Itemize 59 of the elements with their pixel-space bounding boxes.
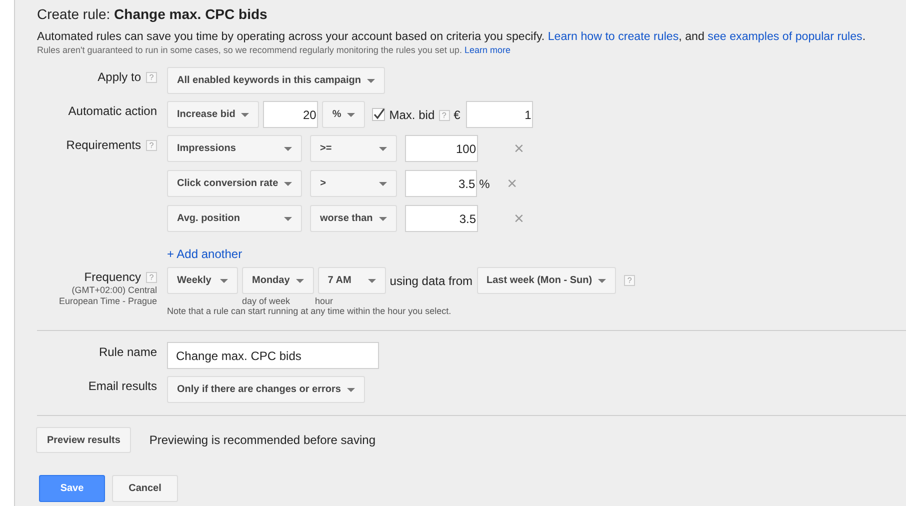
- disclaimer-text: Rules aren't guaranteed to run in some cases, so we recommend regularly monitoring the rules you set up. Learn more: [37, 44, 512, 56]
- caption: day of week: [242, 296, 290, 306]
- field-label: Max. bid: [389, 108, 435, 122]
- caret-icon: [284, 182, 292, 186]
- max-bid-field[interactable]: 1: [466, 101, 534, 128]
- caret-icon: [379, 182, 388, 186]
- apply-to-dropdown[interactable]: All enabled keywords in this campaign: [167, 67, 385, 94]
- currency-symbol: €: [454, 108, 460, 122]
- timezone-text: (GMT+02:00) Central European Time - Prague: [58, 285, 157, 307]
- schedule-note: Note that a rule can start running at any time within the hour you select.: [167, 306, 452, 316]
- cancel-button[interactable]: Cancel: [112, 475, 178, 502]
- value-field[interactable]: 100: [405, 135, 478, 162]
- value-field[interactable]: 3.5: [405, 170, 478, 197]
- caret-icon: [366, 78, 375, 82]
- unit-label: %: [479, 176, 491, 190]
- caret-icon: [598, 278, 606, 282]
- field-label: Email results: [88, 379, 157, 393]
- caret-icon: [296, 278, 304, 282]
- day-dropdown[interactable]: Monday: [242, 267, 314, 294]
- intro-text: Automated rules can save you time by operating across your account based on criteria you specify. Learn how to create rules, and see examples of popular rules.: [37, 30, 867, 44]
- link[interactable]: Learn how to create rules: [548, 30, 679, 43]
- period-dropdown[interactable]: Weekly: [167, 267, 238, 294]
- checkbox[interactable]: [372, 108, 386, 121]
- page-title: Create rule: Change max. CPC bids: [37, 6, 268, 22]
- metric-dropdown[interactable]: Click conversion rate: [167, 170, 302, 197]
- caret-icon: [379, 216, 387, 220]
- action-dropdown[interactable]: Increase bid: [167, 101, 260, 128]
- metric-dropdown[interactable]: Avg. position: [167, 205, 302, 232]
- amount-field[interactable]: 20: [263, 101, 318, 128]
- rule-name-field[interactable]: Change max. CPC bids: [167, 342, 379, 369]
- preview-hint: Previewing is recommended before saving: [149, 433, 376, 447]
- value-field[interactable]: 3.5: [405, 205, 478, 232]
- caret-icon: [368, 278, 376, 282]
- caret-icon: [347, 112, 356, 116]
- using-data-label: using data from: [390, 274, 472, 288]
- add-another-link[interactable]: + Add another: [167, 247, 242, 261]
- unit-dropdown[interactable]: %: [322, 101, 366, 128]
- date-range-dropdown[interactable]: Last week (Mon - Sun): [476, 267, 616, 294]
- caret-icon: [379, 146, 387, 150]
- field-label: Apply to: [98, 70, 141, 84]
- caret-icon: [220, 278, 228, 282]
- preview-button[interactable]: Preview results: [36, 427, 132, 453]
- operator-dropdown[interactable]: >: [310, 170, 398, 197]
- hour-dropdown[interactable]: 7 AM: [318, 267, 386, 294]
- link[interactable]: see examples of popular rules: [708, 30, 862, 43]
- link[interactable]: Learn more: [464, 45, 510, 55]
- field-label: Rule name: [98, 345, 157, 359]
- field-label: Requirements: [66, 138, 141, 152]
- caret-icon: [284, 216, 292, 220]
- operator-dropdown[interactable]: worse than: [310, 205, 397, 232]
- caption: hour: [315, 296, 334, 306]
- caret-icon: [241, 112, 250, 116]
- email-results-dropdown[interactable]: Only if there are changes or errors: [167, 376, 365, 403]
- metric-dropdown[interactable]: Impressions: [167, 135, 302, 162]
- operator-dropdown[interactable]: >=: [310, 135, 397, 162]
- field-label: Automatic action: [68, 104, 157, 118]
- field-label: Frequency: [84, 270, 141, 284]
- caret-icon: [284, 146, 292, 150]
- caret-icon: [346, 388, 355, 392]
